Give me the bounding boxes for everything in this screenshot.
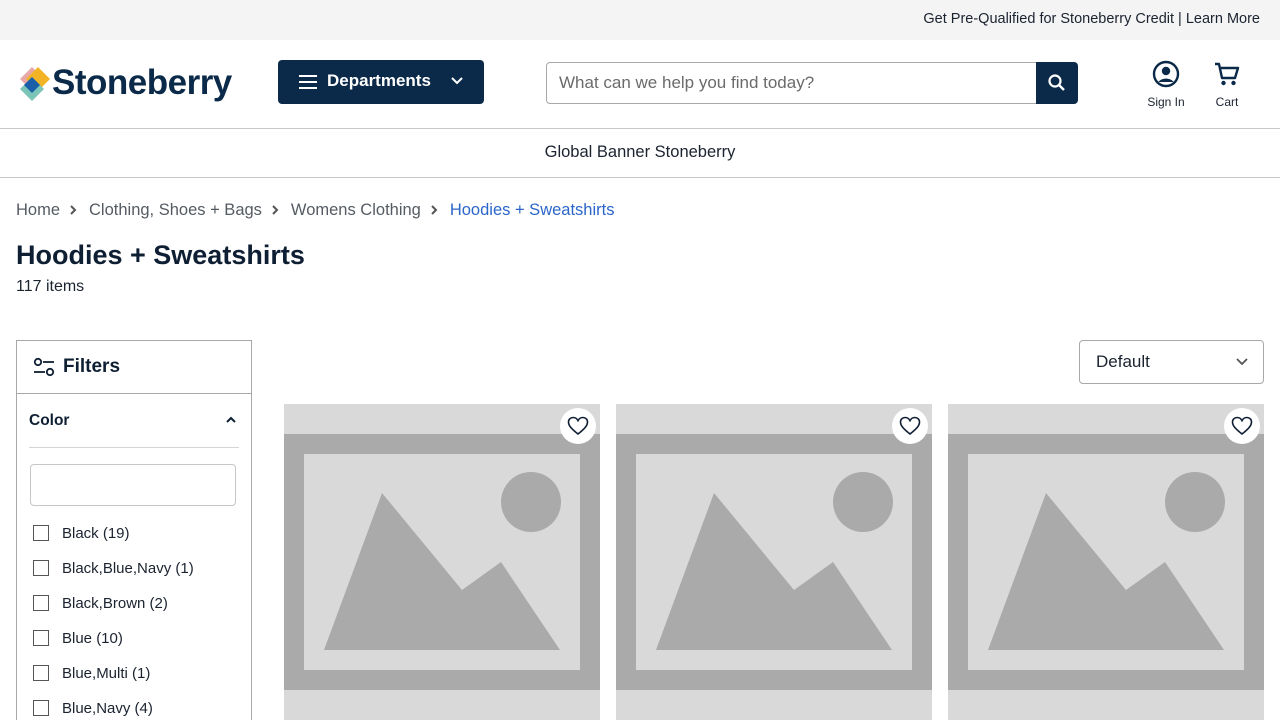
search-input[interactable] (546, 62, 1037, 104)
checkbox[interactable] (33, 560, 49, 576)
menu-icon (299, 75, 317, 89)
chevron-down-icon (1236, 358, 1248, 366)
favorite-button[interactable] (560, 408, 596, 444)
color-option-blue[interactable]: Blue (10) (33, 628, 123, 648)
cart-icon (1215, 62, 1240, 86)
filters-header: Filters (17, 341, 251, 394)
logo-mark-icon (20, 67, 50, 101)
departments-button[interactable]: Departments (278, 60, 484, 104)
filters-title: Filters (63, 356, 121, 377)
sort-select[interactable]: Default (1079, 340, 1264, 384)
site-header: Stoneberry Departments Sign In (0, 40, 1280, 129)
logo[interactable]: Stoneberry (16, 63, 252, 107)
sort-selected-value: Default (1096, 352, 1150, 371)
checkbox[interactable] (33, 595, 49, 611)
product-card[interactable] (948, 404, 1264, 720)
color-filter-title: Color (29, 412, 70, 429)
breadcrumb-clothing[interactable]: Clothing, Shoes + Bags (89, 201, 262, 220)
chevron-right-icon (430, 204, 438, 216)
favorite-button[interactable] (1224, 408, 1260, 444)
color-option-black-blue-navy[interactable]: Black,Blue,Navy (1) (33, 558, 194, 578)
color-option-label: Black,Blue,Navy (1) (62, 559, 194, 577)
color-option-blue-navy[interactable]: Blue,Navy (4) (33, 698, 153, 718)
color-option-label: Blue,Multi (1) (62, 664, 151, 682)
product-card[interactable] (616, 404, 932, 720)
product-card[interactable] (284, 404, 600, 720)
breadcrumb-current[interactable]: Hoodies + Sweatshirts (450, 201, 615, 220)
cart-button[interactable]: Cart (1206, 60, 1248, 109)
placeholder-image-icon (616, 434, 932, 690)
cart-label: Cart (1215, 95, 1239, 109)
item-count: 117 items (16, 278, 85, 295)
favorite-button[interactable] (892, 408, 928, 444)
sign-in-button[interactable]: Sign In (1140, 60, 1192, 109)
filters-panel: Filters Color Black (19) Black,Blue,Navy… (16, 340, 252, 720)
color-option-label: Black,Brown (2) (62, 594, 168, 612)
account-icon (1152, 60, 1180, 88)
color-search-input[interactable] (30, 464, 236, 506)
chevron-right-icon (69, 204, 77, 216)
search-icon (1048, 74, 1065, 91)
sign-in-label: Sign In (1147, 95, 1185, 109)
checkbox[interactable] (33, 700, 49, 716)
filter-sliders-icon (33, 357, 55, 377)
breadcrumb: Home Clothing, Shoes + Bags Womens Cloth… (16, 199, 614, 221)
heart-icon (567, 416, 589, 436)
chevron-up-icon (226, 416, 236, 423)
promo-link[interactable]: Get Pre-Qualified for Stoneberry Credit … (923, 11, 1260, 27)
color-option-label: Black (19) (62, 524, 130, 542)
search-button[interactable] (1036, 62, 1078, 104)
logo-wordmark: Stoneberry (52, 63, 232, 102)
color-option-black-brown[interactable]: Black,Brown (2) (33, 593, 168, 613)
breadcrumb-home[interactable]: Home (16, 201, 60, 220)
heart-icon (1231, 416, 1253, 436)
heart-icon (899, 416, 921, 436)
promo-bar: Get Pre-Qualified for Stoneberry Credit … (0, 0, 1280, 40)
global-banner: Global Banner Stoneberry (0, 129, 1280, 178)
global-banner-text[interactable]: Global Banner Stoneberry (545, 143, 736, 162)
breadcrumb-womens-clothing[interactable]: Womens Clothing (291, 201, 421, 220)
departments-label: Departments (327, 71, 431, 90)
color-option-label: Blue (10) (62, 629, 123, 647)
color-option-blue-multi[interactable]: Blue,Multi (1) (33, 663, 150, 683)
checkbox[interactable] (33, 525, 49, 541)
color-option-label: Blue,Navy (4) (62, 699, 153, 717)
checkbox[interactable] (33, 665, 49, 681)
checkbox[interactable] (33, 630, 49, 646)
color-option-black[interactable]: Black (19) (33, 523, 130, 543)
chevron-down-icon (451, 77, 463, 85)
placeholder-image-icon (948, 434, 1264, 690)
placeholder-image-icon (284, 434, 600, 690)
chevron-right-icon (271, 204, 279, 216)
color-filter-toggle[interactable]: Color (29, 394, 239, 448)
page-title: Hoodies + Sweatshirts (16, 240, 305, 270)
